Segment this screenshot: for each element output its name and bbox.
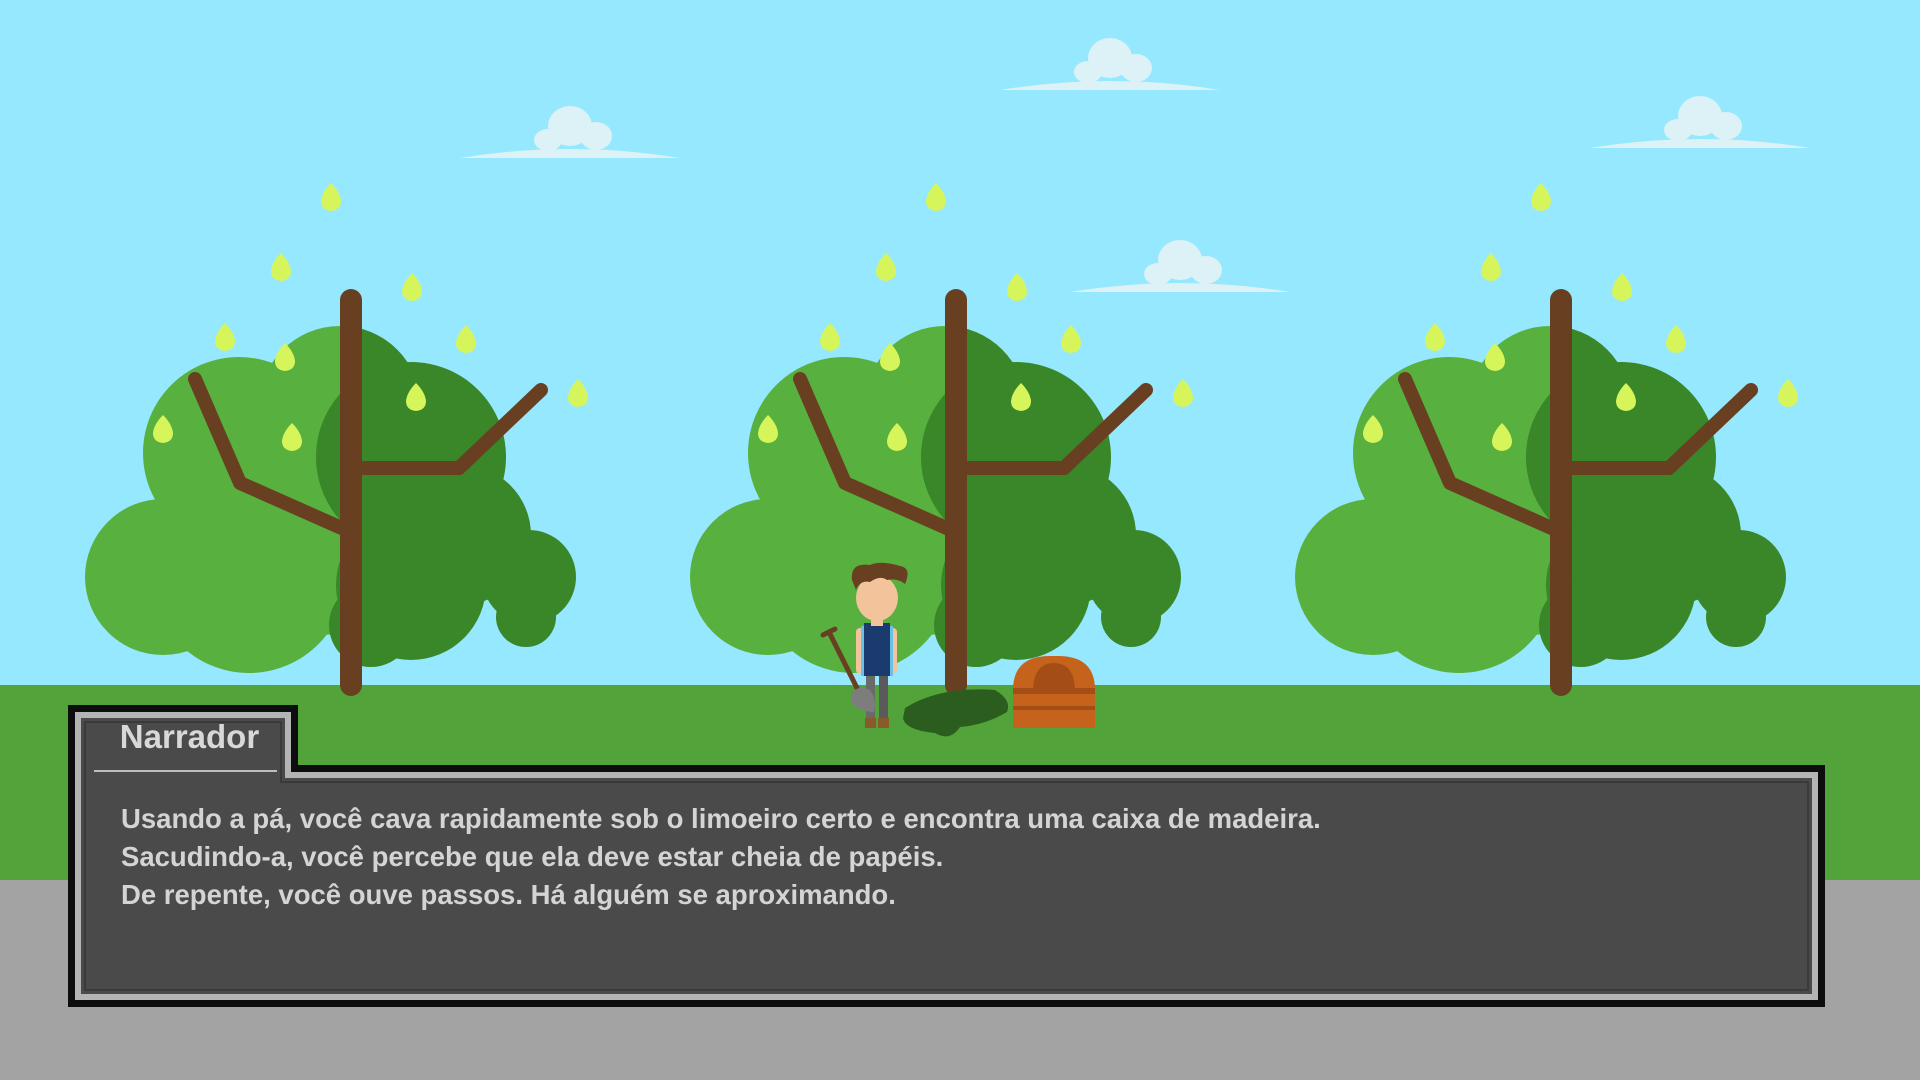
game-scene <box>0 0 1920 1080</box>
dialog-line-2: Sacudindo-a, você percebe que ela deve e… <box>121 841 944 872</box>
dialog-text[interactable]: Usando a pá, você cava rapidamente sob o… <box>121 800 1761 914</box>
dialog-line-1: Usando a pá, você cava rapidamente sob o… <box>121 803 1321 834</box>
wooden-box-icon[interactable] <box>1013 656 1095 728</box>
speaker-name: Narrador <box>119 718 260 755</box>
dialog-line-3: De repente, você ouve passos. Há alguém … <box>121 879 896 910</box>
